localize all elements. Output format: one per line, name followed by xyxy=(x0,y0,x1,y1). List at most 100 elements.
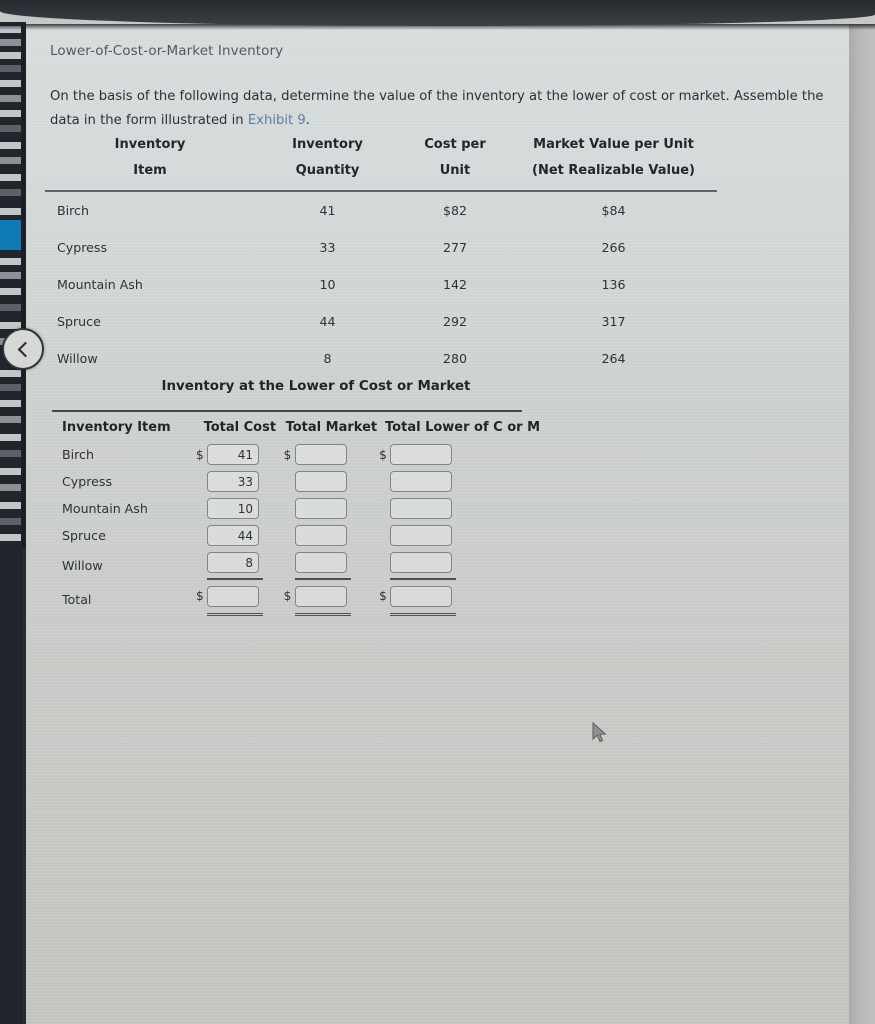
table-row: Willow 8 280 264 xyxy=(45,340,717,377)
cell-market: 317 xyxy=(601,314,626,329)
col-header-cost-l1: Cost per xyxy=(424,137,486,152)
sidebar-item[interactable] xyxy=(0,370,21,377)
sidebar-item[interactable] xyxy=(0,272,21,279)
sidebar-item[interactable] xyxy=(0,142,21,149)
cell-total-market: $ xyxy=(284,441,379,468)
input-total-cost-mountain-ash[interactable] xyxy=(207,498,260,519)
currency-symbol: $ xyxy=(379,589,387,604)
sidebar-item[interactable] xyxy=(0,304,21,311)
cell-item: Mountain Ash xyxy=(57,277,143,292)
sidebar-item[interactable] xyxy=(0,80,21,87)
cell-total-market-sum: $ xyxy=(284,583,379,616)
back-button[interactable] xyxy=(2,328,44,370)
sidebar-item[interactable] xyxy=(0,174,21,181)
sidebar-item[interactable] xyxy=(0,95,21,102)
cell-total-market: $ xyxy=(284,495,379,522)
sidebar-item-list xyxy=(0,26,22,548)
answer-form-body: Birch $ $ xyxy=(50,441,546,616)
input-total-cost-birch[interactable] xyxy=(207,444,260,465)
cell-total-lower: $ xyxy=(379,549,546,583)
sidebar-item[interactable] xyxy=(0,52,21,59)
sidebar-item[interactable] xyxy=(0,65,21,72)
input-total-cost-cypress[interactable] xyxy=(207,471,260,492)
answer-form-head: Inventory Item Total Cost Total Market T… xyxy=(50,418,546,441)
input-total-cost-sum[interactable] xyxy=(207,585,260,607)
answer-row: Spruce $ $ xyxy=(50,522,546,549)
sidebar-item[interactable] xyxy=(0,208,21,215)
cell-total-market: $ xyxy=(284,468,379,495)
input-total-market-sum[interactable] xyxy=(294,585,347,607)
sidebar-item[interactable] xyxy=(0,384,21,391)
input-total-cost-spruce[interactable] xyxy=(207,525,260,546)
sidebar-item[interactable] xyxy=(0,484,21,491)
col-header-market-l2: (Net Realizable Value) xyxy=(510,158,717,192)
cell-cost: $82 xyxy=(442,203,468,218)
exhibit-link[interactable]: Exhibit 9 xyxy=(248,113,306,128)
cell-quantity: 33 xyxy=(319,240,336,255)
subtotal-rule xyxy=(207,578,264,580)
sidebar-item[interactable] xyxy=(0,110,21,117)
col-header-quantity-l2: Quantity xyxy=(255,158,400,192)
cell-market: 266 xyxy=(601,240,626,255)
screenshot-root: Lower-of-Cost-or-Market Inventory On the… xyxy=(0,0,875,1024)
grand-total-rule xyxy=(390,612,457,616)
cell-cost: 277 xyxy=(442,240,468,255)
answer-form-table: Inventory Item Total Cost Total Market T… xyxy=(50,418,546,616)
sidebar-item[interactable] xyxy=(0,468,21,475)
cell-market: $84 xyxy=(601,203,626,218)
cell-quantity: 8 xyxy=(323,351,332,366)
cell-total-cost: $ xyxy=(196,522,284,549)
cell-total-market: $ xyxy=(284,522,379,549)
sidebar-item[interactable] xyxy=(0,450,21,457)
col-header-cost-l2: Unit xyxy=(400,158,510,192)
sidebar-item[interactable] xyxy=(0,288,21,295)
sidebar-item[interactable] xyxy=(0,258,21,265)
input-total-market-cypress[interactable] xyxy=(294,471,347,492)
row-label-item: Willow xyxy=(62,558,103,574)
input-total-lower-birch[interactable] xyxy=(390,444,453,465)
input-total-lower-willow[interactable] xyxy=(390,552,453,573)
sidebar-item-active[interactable] xyxy=(0,220,22,250)
input-total-lower-spruce[interactable] xyxy=(390,525,453,546)
answer-form-top-rule xyxy=(52,410,522,412)
cell-item: Spruce xyxy=(57,314,101,329)
answer-row: Mountain Ash $ $ xyxy=(50,495,546,522)
sidebar-item[interactable] xyxy=(0,125,21,132)
cell-total-lower: $ xyxy=(379,522,546,549)
sidebar-item[interactable] xyxy=(0,518,21,525)
table-row: Spruce 44 292 317 xyxy=(45,303,717,340)
input-total-market-mountain-ash[interactable] xyxy=(294,498,347,519)
col-header-total-market: Total Market xyxy=(285,420,378,435)
sidebar-item[interactable] xyxy=(0,502,21,509)
cell-total-cost-sum: $ xyxy=(196,583,284,616)
cell-quantity: 41 xyxy=(319,203,336,218)
answer-row: Birch $ $ xyxy=(50,441,546,468)
table-row: Birch 41 $82 $84 xyxy=(45,191,717,229)
currency-symbol: $ xyxy=(379,447,387,462)
cell-market: 136 xyxy=(601,277,626,292)
input-total-market-birch[interactable] xyxy=(294,444,347,465)
input-total-lower-sum[interactable] xyxy=(390,585,453,607)
sidebar-item[interactable] xyxy=(0,157,21,164)
input-total-cost-willow[interactable] xyxy=(207,552,260,573)
sidebar-item[interactable] xyxy=(0,400,21,407)
sidebar-item[interactable] xyxy=(0,434,21,441)
input-total-lower-mountain-ash[interactable] xyxy=(390,498,453,519)
sidebar-item[interactable] xyxy=(0,534,21,541)
sidebar-item[interactable] xyxy=(0,39,21,46)
problem-statement: On the basis of the following data, dete… xyxy=(50,85,845,133)
table-row: Cypress 33 277 266 xyxy=(45,229,717,266)
input-total-market-spruce[interactable] xyxy=(294,525,347,546)
sidebar-item[interactable] xyxy=(0,189,21,196)
grand-total-rule xyxy=(207,612,264,616)
input-total-lower-cypress[interactable] xyxy=(390,471,453,492)
cell-cost: 292 xyxy=(442,314,468,329)
cell-quantity: 10 xyxy=(319,277,336,292)
input-total-market-willow[interactable] xyxy=(294,552,347,573)
cell-total-cost: $ xyxy=(196,549,284,583)
cell-total-cost: $ xyxy=(196,441,284,468)
col-header-quantity-l1: Inventory xyxy=(292,137,363,152)
col-header-inventory-item: Inventory Item xyxy=(62,420,171,435)
sidebar-item[interactable] xyxy=(0,416,21,423)
answer-total-row: Total $ $ $ xyxy=(50,583,546,616)
